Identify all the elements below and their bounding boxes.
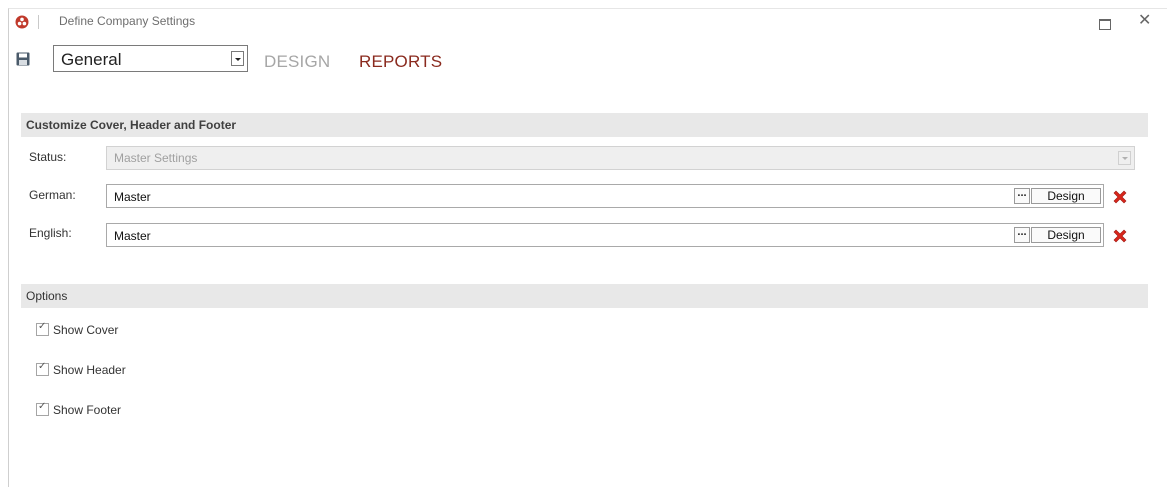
german-value: Master	[114, 190, 151, 204]
show-header-checkbox-row[interactable]: Show Header	[36, 361, 126, 377]
chevron-down-icon[interactable]	[231, 51, 244, 66]
english-browse-button[interactable]: ...	[1014, 227, 1030, 243]
english-field[interactable]: Master ... Design	[106, 223, 1104, 247]
english-value: Master	[114, 229, 151, 243]
show-cover-checkbox-row[interactable]: Show Cover	[36, 321, 119, 337]
show-footer-label: Show Footer	[53, 403, 122, 417]
tab-design[interactable]: DESIGN	[264, 52, 330, 72]
german-label: German:	[29, 188, 76, 202]
english-label: English:	[29, 226, 72, 240]
english-design-button[interactable]: Design	[1031, 227, 1101, 243]
show-cover-label: Show Cover	[53, 323, 119, 337]
layout-select[interactable]: General	[53, 45, 248, 72]
status-value: Master Settings	[114, 151, 198, 165]
german-browse-button[interactable]: ...	[1014, 188, 1030, 204]
status-label: Status:	[29, 150, 67, 164]
options-section-header: Options	[21, 284, 1148, 308]
save-icon[interactable]	[16, 52, 30, 66]
german-design-button[interactable]: Design	[1031, 188, 1101, 204]
show-footer-checkbox[interactable]	[36, 401, 49, 416]
status-select: Master Settings	[106, 146, 1135, 170]
english-delete-icon[interactable]	[1112, 228, 1128, 244]
german-field[interactable]: Master ... Design	[106, 184, 1104, 208]
german-delete-icon[interactable]	[1112, 189, 1128, 205]
layout-select-value: General	[61, 50, 122, 69]
maximize-icon[interactable]	[1099, 19, 1111, 30]
tab-reports[interactable]: REPORTS	[359, 52, 442, 72]
show-footer-checkbox-row[interactable]: Show Footer	[36, 401, 122, 417]
show-header-label: Show Header	[53, 363, 126, 377]
show-header-checkbox[interactable]	[36, 361, 49, 376]
close-icon[interactable]: ✕	[1138, 13, 1151, 29]
show-cover-checkbox[interactable]	[36, 321, 49, 336]
cover-section-header: Customize Cover, Header and Footer	[21, 113, 1148, 137]
chevron-down-icon	[1118, 151, 1131, 165]
title-separator	[38, 15, 39, 29]
app-logo-icon	[15, 15, 29, 29]
company-settings-window: Define Company Settings ✕ General DESIGN…	[8, 8, 1167, 487]
window-title: Define Company Settings	[59, 14, 196, 28]
